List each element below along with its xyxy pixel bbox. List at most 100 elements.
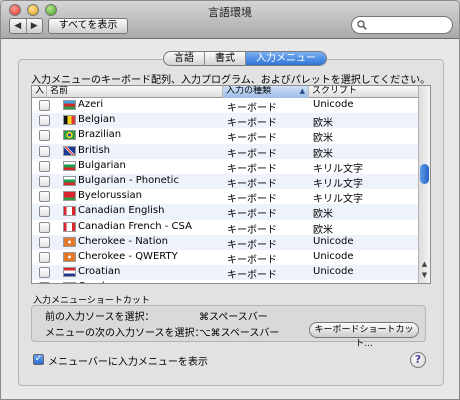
input-source-kind: キーボード <box>227 224 277 236</box>
table-row[interactable]: Brazilian キーボード 欧米 <box>32 128 419 145</box>
prev-source-label: 前の入力ソースを選択： <box>45 312 155 323</box>
input-source-kind: キーボード <box>227 209 277 221</box>
table-row[interactable]: Bulgarian キーボード キリル文字 <box>32 159 419 175</box>
input-source-kind: キーボード <box>227 103 277 114</box>
table-row[interactable]: Byelorussian キーボード キリル文字 <box>32 189 419 206</box>
back-icon[interactable]: ◀ <box>10 19 26 33</box>
input-source-kind: キーボード <box>227 163 277 175</box>
input-source-kind: キーボード <box>227 178 277 190</box>
search-input[interactable] <box>351 16 453 34</box>
table-row[interactable]: Canadian French - CSA キーボード 欧米 <box>32 220 419 236</box>
enable-checkbox[interactable] <box>39 251 50 263</box>
table-header: 入 名前 入力の種類 ▲ スクリプト <box>32 86 419 98</box>
brazilian-flag-icon <box>63 130 76 141</box>
table-row[interactable]: Canadian English キーボード 欧米 <box>32 204 419 221</box>
prev-source-shortcut: ⌘スペースバー <box>199 312 268 323</box>
show-in-menubar-checkbox[interactable]: ✓ <box>33 354 44 365</box>
enable-checkbox[interactable] <box>39 160 50 172</box>
input-source-kind: キーボード <box>227 148 277 160</box>
enable-checkbox[interactable] <box>39 115 50 127</box>
table-row[interactable]: Czech キーボード 中欧 <box>32 280 419 283</box>
table-row[interactable]: Cherokee - Nation キーボード Unicode <box>32 234 419 251</box>
enable-checkbox[interactable] <box>39 236 50 248</box>
scroll-down-icon[interactable]: ▼ <box>420 271 429 281</box>
canadian-flag-icon <box>63 206 76 217</box>
input-source-script: Unicode <box>313 99 354 110</box>
azeri-flag-icon <box>63 100 76 110</box>
scroll-up-icon[interactable]: ▲ <box>420 260 429 270</box>
input-source-name: Bulgarian - Phonetic <box>78 174 179 186</box>
bulgarian-flag-icon <box>63 175 76 186</box>
enable-checkbox[interactable] <box>39 130 50 142</box>
column-header-kind[interactable]: 入力の種類 ▲ <box>223 86 309 98</box>
input-source-kind: キーボード <box>227 239 277 251</box>
input-source-table: 入 名前 入力の種類 ▲ スクリプト Azeri キーボード Unicode Belg… <box>31 85 431 284</box>
column-header-kind-label: 入力の種類 <box>226 86 272 96</box>
input-source-name: Canadian French - CSA <box>78 220 192 232</box>
enable-checkbox[interactable] <box>39 100 50 111</box>
table-row[interactable]: Cherokee - QWERTY キーボード Unicode <box>32 250 419 266</box>
croatian-flag-icon <box>63 267 76 278</box>
tab-formats[interactable]: 書式 <box>204 52 245 65</box>
column-header-enabled[interactable]: 入 <box>32 86 47 98</box>
instructions-text: 入力メニューのキーボード配列、入力プログラム、およびパレットを選択してください。 <box>31 75 431 86</box>
back-forward-control: ◀ ▶ <box>9 18 43 34</box>
belgian-flag-icon <box>63 115 76 126</box>
next-source-shortcut: ⌥⌘スペースバー <box>199 328 280 339</box>
bulgarian-flag-icon <box>63 160 76 171</box>
table-scrollbar[interactable]: ▲ ▼ <box>418 86 430 283</box>
scrollbar-thumb[interactable] <box>420 164 429 184</box>
cherokee-flag-icon <box>63 251 76 262</box>
input-source-script: キリル文字 <box>313 178 363 190</box>
input-source-kind: キーボード <box>227 254 277 266</box>
input-source-script: Unicode <box>313 266 354 278</box>
input-source-kind: キーボード <box>227 118 277 130</box>
input-source-name: Belgian <box>78 114 116 126</box>
next-source-label: メニューの次の入力ソースを選択： <box>45 328 205 339</box>
enable-checkbox[interactable] <box>39 191 50 203</box>
help-button[interactable]: ? <box>410 352 426 368</box>
table-row[interactable]: Croatian キーボード Unicode <box>32 265 419 282</box>
enable-checkbox[interactable] <box>39 282 50 283</box>
input-source-script: 中欧 <box>313 281 333 283</box>
input-source-script: 欧米 <box>313 133 333 145</box>
input-source-script: 欧米 <box>313 224 333 236</box>
table-row[interactable]: British キーボード 欧米 <box>32 143 419 160</box>
enable-checkbox[interactable] <box>39 221 50 233</box>
input-source-name: British <box>78 144 110 156</box>
sort-ascending-icon: ▲ <box>299 87 305 95</box>
input-source-script: キリル文字 <box>313 194 363 206</box>
keyboard-shortcuts-button[interactable]: キーボードショートカット... <box>309 322 419 349</box>
show-all-button[interactable]: すべてを表示 <box>48 18 128 34</box>
input-source-kind: キーボード <box>227 194 277 206</box>
enable-checkbox[interactable] <box>39 175 50 187</box>
column-header-name[interactable]: 名前 <box>47 86 223 98</box>
enable-checkbox[interactable] <box>39 267 50 279</box>
enable-checkbox[interactable] <box>39 206 50 218</box>
cherokee-flag-icon <box>63 236 76 247</box>
column-header-script[interactable]: スクリプト <box>309 86 419 98</box>
enable-checkbox[interactable] <box>39 145 50 157</box>
forward-icon[interactable]: ▶ <box>25 19 43 33</box>
tab-input-menu[interactable]: 入力メニュー <box>245 52 326 65</box>
input-source-name: Azeri <box>78 99 104 110</box>
input-source-name: Croatian <box>78 266 121 278</box>
input-source-name: Canadian English <box>78 205 165 217</box>
input-source-name: Cherokee - QWERTY <box>78 250 178 262</box>
input-source-name: Brazilian <box>78 129 122 141</box>
title-bar: 言語環境 ◀ ▶ すべてを表示 <box>1 1 459 39</box>
table-row[interactable]: Belgian キーボード 欧米 <box>32 113 419 130</box>
input-source-kind: キーボード <box>227 270 277 282</box>
search-icon <box>357 20 367 30</box>
british-flag-icon <box>63 145 76 156</box>
input-source-script: 欧米 <box>313 148 333 160</box>
byelorussian-flag-icon <box>63 191 76 202</box>
input-source-name: Cherokee - Nation <box>78 235 168 247</box>
table-row[interactable]: Azeri キーボード Unicode <box>32 98 419 114</box>
tab-language[interactable]: 言語 <box>164 52 204 65</box>
tab-bar: 言語 書式 入力メニュー <box>163 51 327 66</box>
input-source-script: 欧米 <box>313 118 333 130</box>
input-source-name: Czech <box>78 281 108 283</box>
show-in-menubar-label: メニューバーに入力メニューを表示 <box>48 357 208 368</box>
table-row[interactable]: Bulgarian - Phonetic キーボード キリル文字 <box>32 173 419 190</box>
